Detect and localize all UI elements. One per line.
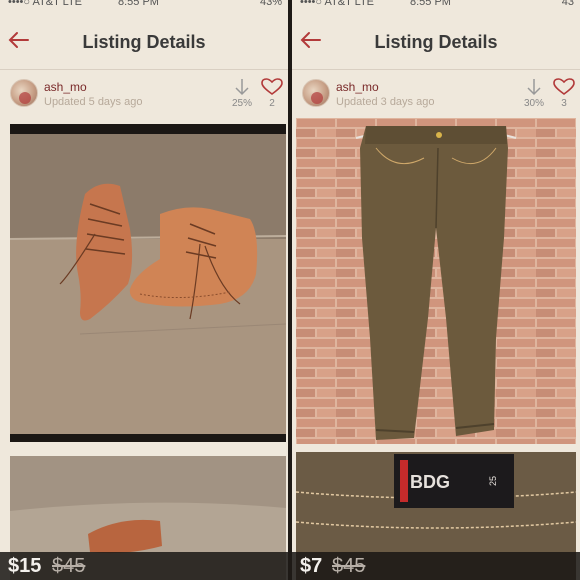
heart-icon[interactable] [553,78,575,96]
like-count: 2 [269,98,275,109]
page-title: Listing Details [82,32,206,52]
brand-text: BDG [410,472,450,492]
listing-panel-jeans: ••••○ AT&T LTE 8:55 PM 43 Listing Detail… [292,0,580,580]
avatar[interactable] [302,79,330,107]
down-arrow-icon [235,79,249,96]
battery-level: 43% [259,0,282,8]
original-price: $45 [332,555,366,577]
down-arrow-icon [527,79,541,96]
updated-time: Updated 3 days ago [336,96,435,108]
price-drop-stat: 30% [520,78,548,109]
carrier-label: ••••○ AT&T LTE [300,0,375,8]
status-bar: ••••○ AT&T LTE 8:55 PM 43% [0,0,288,16]
current-price: $15 [8,555,42,577]
seller-row: ash_mo Updated 5 days ago 25% 2 [0,70,288,124]
page-title: Listing Details [374,32,498,52]
listing-photo-main[interactable] [296,118,576,444]
price-drop-stat: 25% [228,78,256,109]
jeans-image [296,118,576,444]
carrier-label: ••••○ AT&T LTE [8,0,83,8]
status-bar: ••••○ AT&T LTE 8:55 PM 43 [292,0,580,16]
discount-percent: 30% [523,98,544,109]
like-stat[interactable]: 3 [550,78,578,109]
seller-row: ash_mo Updated 3 days ago 30% 3 [292,70,580,124]
size-text: 25 [488,476,498,486]
updated-time: Updated 5 days ago [44,96,143,108]
like-stat[interactable]: 2 [258,78,286,109]
clock: 8:55 PM [118,0,159,8]
price-bar: $15 $45 [0,552,288,580]
price-bar: $7 $45 [292,552,580,580]
like-count: 3 [561,98,567,109]
nav-bar: Listing Details [0,16,288,70]
seller-username[interactable]: ash_mo [336,80,379,94]
discount-percent: 25% [231,98,252,109]
battery-level: 43 [561,0,574,8]
clock: 8:55 PM [410,0,451,8]
boots-image [10,124,286,442]
nav-bar: Listing Details [292,16,580,70]
seller-username[interactable]: ash_mo [44,80,87,94]
original-price: $45 [52,555,86,577]
listing-panel-boots: ••••○ AT&T LTE 8:55 PM 43% Listing Detai… [0,0,288,580]
listing-photo-main[interactable] [10,124,286,442]
current-price: $7 [300,555,323,577]
heart-icon[interactable] [261,78,283,96]
avatar[interactable] [10,79,38,107]
